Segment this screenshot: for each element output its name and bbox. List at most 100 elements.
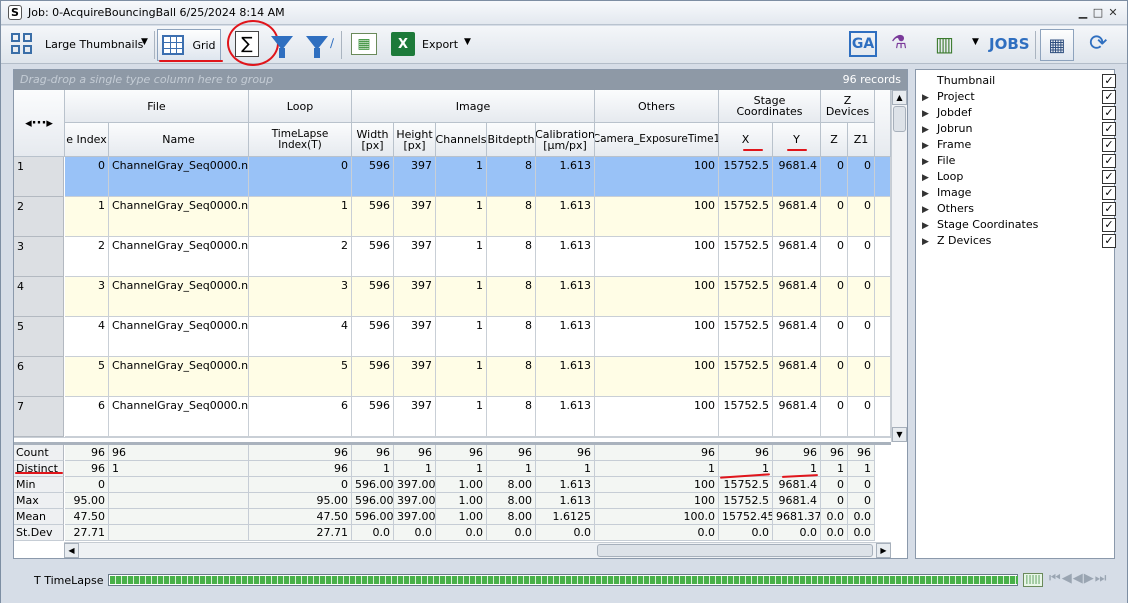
field-checkbox[interactable]: ✓ [1102,234,1116,248]
playback-controls-icon[interactable]: ⏮◀◀▶⏭ [1049,571,1107,586]
grid-cell-cal[interactable]: 1.613 [536,397,595,437]
col-header-timelapse-index[interactable]: TimeLapse Index(T) [249,123,352,157]
timeline-marker-icon[interactable]: ||||| [1023,573,1043,587]
expand-arrow-icon[interactable]: ▶ [922,138,937,154]
grid-cell-exp[interactable]: 100 [595,397,719,437]
grid-cell-w[interactable]: 596 [352,317,394,357]
field-checkbox[interactable]: ✓ [1102,186,1116,200]
grid-cell-ch[interactable]: 1 [436,317,487,357]
grid-cell-exp[interactable]: 100 [595,277,719,317]
col-header-z1[interactable]: Z1 [848,123,875,157]
grid-cell-idx[interactable]: 6 [65,397,109,437]
row-header[interactable]: 4 [14,277,64,317]
grid-cell-h[interactable]: 397 [394,237,436,277]
grid-cell-cal[interactable]: 1.613 [536,237,595,277]
group-drop-area[interactable]: Drag-drop a single type column here to g… [14,70,907,90]
field-checkbox[interactable]: ✓ [1102,122,1116,136]
row-header[interactable]: 1 [14,157,64,197]
group-header-others[interactable]: Others [595,90,719,123]
col-header-z[interactable]: Z [821,123,848,157]
grid-cell-z1[interactable]: 0 [848,197,875,237]
expand-arrow-icon[interactable]: ▶ [922,90,937,106]
grid-cell-bd[interactable]: 8 [487,357,536,397]
expand-arrow-icon[interactable]: ▶ [922,186,937,202]
grid-cell-y[interactable]: 9681.4 [773,277,821,317]
field-checkbox[interactable]: ✓ [1102,170,1116,184]
expand-arrow-icon[interactable]: ▶ [922,154,937,170]
grid-cell-bd[interactable]: 8 [487,397,536,437]
table-settings-icon[interactable]: ▦ [351,33,377,55]
col-header-index[interactable]: e Index [65,123,109,157]
grid-cell-x[interactable]: 15752.5 [719,157,773,197]
grid-cell-cal[interactable]: 1.613 [536,157,595,197]
grid-cell-idx[interactable]: 4 [65,317,109,357]
ga-icon[interactable]: GA [849,31,877,57]
grid-cell-z[interactable]: 0 [821,197,848,237]
grid-cell-bd[interactable]: 8 [487,317,536,357]
grid-cell-y[interactable]: 9681.4 [773,397,821,437]
expand-arrow-icon[interactable]: ▶ [922,218,937,234]
maximize-icon[interactable]: □ [1092,7,1104,19]
field-checkbox[interactable]: ✓ [1102,106,1116,120]
grid-cell-bd[interactable]: 8 [487,157,536,197]
table-view-button[interactable]: ▦ [1040,29,1074,61]
grid-cell-name[interactable]: ChannelGray_Seq0000.nd2 [109,317,249,357]
scroll-down-icon[interactable]: ▼ [892,427,907,442]
field-item[interactable]: ▶ Stage Coordinates ✓ [922,217,1116,234]
scroll-up-icon[interactable]: ▲ [892,90,907,105]
field-checkbox[interactable]: ✓ [1102,202,1116,216]
grid-cell-cal[interactable]: 1.613 [536,317,595,357]
field-checkbox[interactable]: ✓ [1102,90,1116,104]
expand-arrow-icon[interactable]: ▶ [922,106,937,122]
col-header-width[interactable]: Width [px] [352,123,394,157]
grid-cell-exp[interactable]: 100 [595,157,719,197]
field-checkbox[interactable]: ✓ [1102,138,1116,152]
grid-cell-y[interactable]: 9681.4 [773,197,821,237]
vertical-scroll-thumb[interactable] [893,106,906,132]
col-header-calibration[interactable]: Calibration [µm/px] [536,123,595,157]
grid-cell-z[interactable]: 0 [821,237,848,277]
col-header-y[interactable]: Y [773,123,821,157]
grid-cell-ch[interactable]: 1 [436,237,487,277]
view-mode-label[interactable]: Large Thumbnails [45,38,143,51]
grid-cell-z1[interactable]: 0 [848,397,875,437]
field-item[interactable]: ▶ File ✓ [922,153,1116,170]
grid-cell-x[interactable]: 15752.5 [719,277,773,317]
grid-cell-z[interactable]: 0 [821,357,848,397]
col-header-bitdepth[interactable]: Bitdepth [487,123,536,157]
grid-cell-h[interactable]: 397 [394,157,436,197]
field-checkbox[interactable]: ✓ [1102,74,1116,88]
grid-cell-exp[interactable]: 100 [595,357,719,397]
export-label[interactable]: Export [422,38,458,51]
group-header-z-devices[interactable]: Z Devices [821,90,875,123]
grid-cell-idx[interactable]: 1 [65,197,109,237]
grid-cell-exp[interactable]: 100 [595,237,719,277]
grid-cell-x[interactable]: 15752.5 [719,197,773,237]
grid-cell-idx[interactable]: 0 [65,157,109,197]
field-checkbox[interactable]: ✓ [1102,154,1116,168]
grid-cell-t[interactable]: 2 [249,237,352,277]
field-item[interactable]: ▶ Loop ✓ [922,169,1116,185]
grid-cell-name[interactable]: ChannelGray_Seq0000.nd2 [109,397,249,437]
grid-cell-w[interactable]: 596 [352,357,394,397]
field-item[interactable]: ▶ Image ✓ [922,185,1116,202]
grid-cell-name[interactable]: ChannelGray_Seq0000.nd2 [109,157,249,197]
col-header-exposure[interactable]: Camera_ExposureTime1 [595,123,719,157]
group-header-image[interactable]: Image [352,90,595,123]
grid-cell-h[interactable]: 397 [394,277,436,317]
field-item[interactable]: ▶ Jobdef ✓ [922,105,1116,122]
filter-icon[interactable] [271,36,293,58]
col-header-name[interactable]: Name [109,123,249,157]
grid-cell-z1[interactable]: 0 [848,317,875,357]
grid-cell-name[interactable]: ChannelGray_Seq0000.nd2 [109,277,249,317]
row-header[interactable]: 2 [14,197,64,237]
chevron-down-icon[interactable]: ▼ [141,37,148,47]
grid-cell-w[interactable]: 596 [352,197,394,237]
scroll-right-icon[interactable]: ▶ [876,543,891,558]
expand-arrow-icon[interactable]: ▶ [922,122,937,138]
refresh-icon[interactable]: ⟳ [1089,31,1107,56]
field-item[interactable]: ▶ Project ✓ [922,89,1116,106]
grid-cell-cal[interactable]: 1.613 [536,277,595,317]
field-item[interactable]: ▶ Z Devices ✓ [922,233,1116,249]
grid-cell-z1[interactable]: 0 [848,277,875,317]
